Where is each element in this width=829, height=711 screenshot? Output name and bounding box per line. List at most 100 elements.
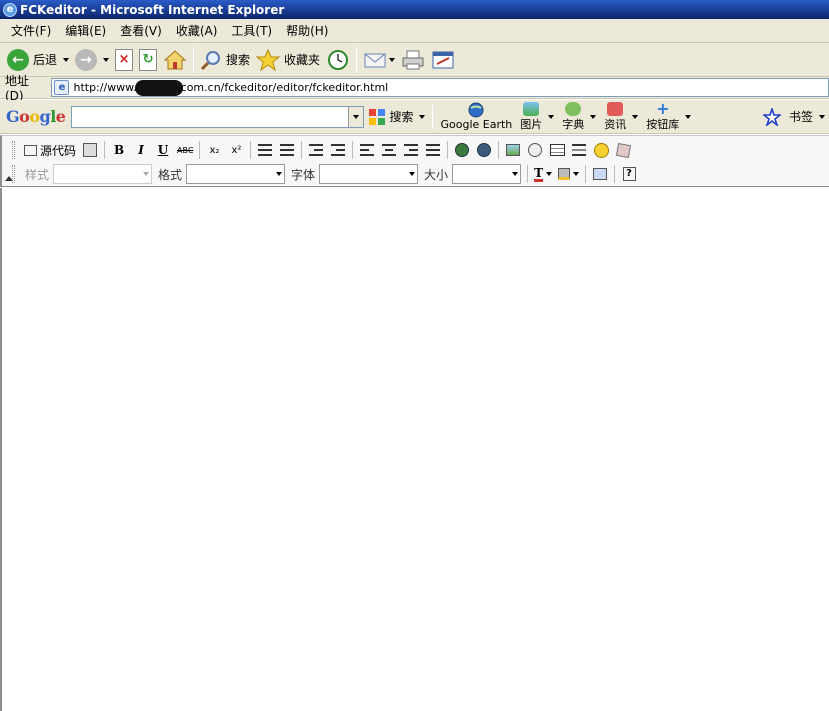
news-button[interactable]: 资讯	[600, 101, 642, 133]
refresh-button[interactable]: ↻	[136, 46, 160, 74]
background-color-icon	[558, 168, 570, 180]
unordered-list-button[interactable]	[277, 140, 297, 160]
align-right-button[interactable]	[401, 140, 421, 160]
special-char-button[interactable]	[613, 140, 633, 160]
toolbar-grip	[12, 141, 15, 159]
bold-button[interactable]: B	[109, 140, 129, 160]
table-icon	[549, 144, 565, 156]
paste-button[interactable]	[80, 140, 100, 160]
about-button[interactable]: ?	[619, 164, 639, 184]
news-dropdown-icon[interactable]	[632, 114, 639, 119]
google-earth-button[interactable]: Google Earth	[436, 101, 516, 133]
italic-button[interactable]: I	[131, 140, 151, 160]
plus-icon: +	[656, 98, 670, 118]
google-search-button[interactable]: 搜索	[364, 102, 429, 132]
background-color-button[interactable]	[556, 164, 581, 184]
back-arrow-icon: ←	[7, 48, 29, 71]
page-icon: e	[54, 80, 70, 95]
forward-button[interactable]: →	[72, 46, 112, 74]
google-logo[interactable]: Google	[6, 107, 66, 126]
images-label: 图片	[520, 117, 543, 131]
subscript-button[interactable]: x₂	[204, 140, 224, 160]
back-button[interactable]: ← 后退	[4, 46, 72, 74]
superscript-button[interactable]: x²	[226, 140, 246, 160]
help-icon: ?	[622, 167, 636, 181]
editor-content-area[interactable]	[0, 188, 829, 711]
search-button[interactable]: 搜索	[197, 46, 253, 74]
window-title-bar[interactable]: e FCKeditor - Microsoft Internet Explore…	[0, 0, 829, 19]
dictionary-button[interactable]: 字典	[558, 101, 600, 133]
google-search-dropdown[interactable]	[348, 106, 364, 127]
search-button-label: 搜索	[226, 53, 251, 67]
globe-icon	[468, 102, 484, 118]
images-dropdown-icon[interactable]	[548, 114, 555, 119]
edit-page-icon	[432, 51, 454, 68]
fck-toolbar-row-1: 源代码 B I U ABC x₂ x²	[12, 138, 634, 162]
menu-view[interactable]: 查看(V)	[113, 22, 169, 39]
underline-button[interactable]: U	[153, 140, 173, 160]
insert-table-button[interactable]	[547, 140, 567, 160]
remove-link-button[interactable]	[474, 140, 494, 160]
flash-icon	[528, 143, 543, 157]
insert-link-button[interactable]	[452, 140, 472, 160]
menu-favorites[interactable]: 收藏(A)	[169, 22, 225, 39]
mail-icon	[364, 53, 386, 67]
mail-button[interactable]	[360, 46, 398, 74]
star-icon	[256, 48, 281, 71]
address-label: 地址(D)	[5, 74, 30, 103]
smiley-button[interactable]	[591, 140, 611, 160]
search-dropdown-icon[interactable]	[419, 114, 426, 119]
dictionary-dropdown-icon[interactable]	[590, 114, 597, 119]
button-gallery-dropdown-icon[interactable]	[685, 114, 692, 119]
home-button[interactable]	[160, 46, 190, 74]
edit-page-button[interactable]	[428, 46, 458, 74]
ordered-list-button[interactable]	[255, 140, 275, 160]
stop-button[interactable]: ×	[112, 46, 136, 74]
align-left-button[interactable]	[357, 140, 377, 160]
source-button[interactable]: 源代码	[22, 140, 78, 160]
google-search-input[interactable]	[71, 105, 365, 128]
strikethrough-button[interactable]: ABC	[175, 140, 195, 160]
format-select[interactable]	[186, 164, 286, 184]
url-suffix: com.cn/fckeditor/editor/fckeditor.html	[180, 81, 389, 94]
images-button[interactable]: 图片	[516, 101, 558, 133]
button-gallery-button[interactable]: + 按钮库	[642, 98, 695, 133]
forward-dropdown-icon[interactable]	[103, 57, 110, 62]
history-button[interactable]	[323, 46, 353, 74]
menu-edit[interactable]: 编辑(E)	[58, 22, 113, 39]
history-icon	[328, 49, 349, 70]
align-center-icon	[382, 144, 397, 156]
insert-image-button[interactable]	[503, 140, 523, 160]
bookmarks-dropdown-icon[interactable]	[819, 114, 825, 119]
size-select[interactable]	[452, 164, 522, 184]
justify-button[interactable]	[423, 140, 443, 160]
mail-dropdown-icon[interactable]	[389, 57, 396, 62]
print-button[interactable]	[398, 46, 428, 74]
indent-button[interactable]	[328, 140, 348, 160]
bulleted-list-icon	[280, 144, 295, 156]
menu-help[interactable]: 帮助(H)	[279, 22, 335, 39]
menu-tools[interactable]: 工具(T)	[224, 22, 279, 39]
insert-flash-button[interactable]	[525, 140, 545, 160]
numbered-list-icon	[258, 144, 273, 156]
menu-file[interactable]: 文件(F)	[4, 22, 58, 39]
text-color-button[interactable]: T	[532, 164, 554, 184]
special-char-icon	[615, 142, 631, 158]
chevron-down-icon	[140, 165, 151, 183]
outdent-button[interactable]	[306, 140, 326, 160]
fit-window-button[interactable]	[590, 164, 610, 184]
align-center-button[interactable]	[379, 140, 399, 160]
address-input[interactable]: e http://www. com.cn/fckeditor/editor/fc…	[51, 78, 829, 97]
bookmarks-label: 书签	[788, 110, 813, 124]
toolbar-separator	[104, 141, 106, 159]
toolbar-separator	[352, 141, 354, 159]
redacted-domain-mark	[134, 79, 183, 96]
font-select[interactable]	[319, 164, 419, 184]
style-select[interactable]	[53, 164, 153, 184]
favorites-button[interactable]: 收藏夹	[253, 46, 323, 74]
horizontal-rule-button[interactable]	[569, 140, 589, 160]
back-dropdown-icon[interactable]	[63, 57, 70, 62]
indent-icon	[331, 144, 346, 156]
window-title: FCKeditor - Microsoft Internet Explorer	[20, 2, 285, 17]
bookmarks-button[interactable]: 书签	[759, 102, 829, 132]
